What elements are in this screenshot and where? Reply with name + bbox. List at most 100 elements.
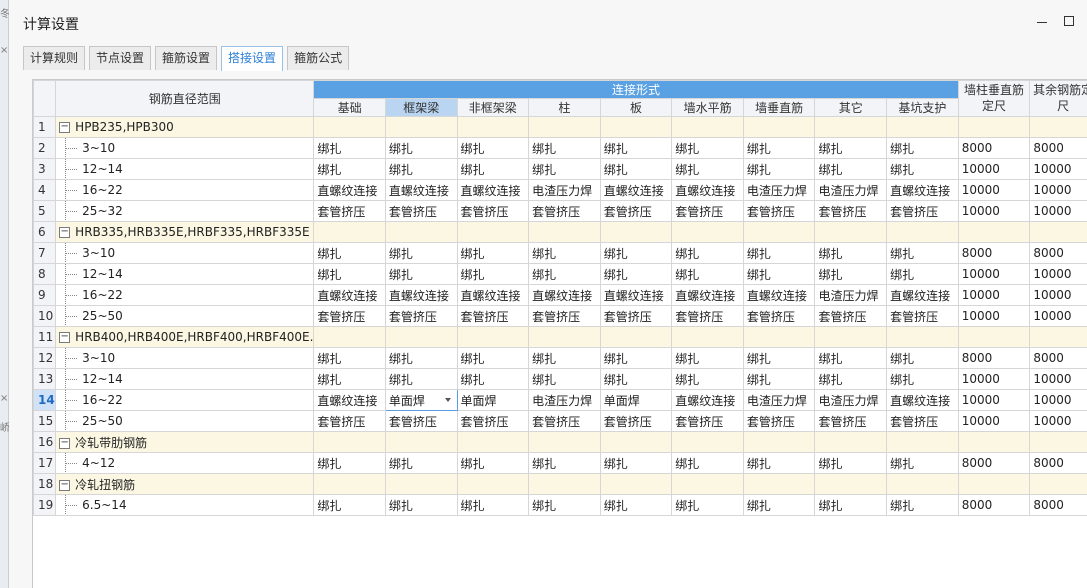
maximize-icon[interactable] [1064, 16, 1074, 26]
connection-cell[interactable]: 电渣压力焊 [814, 389, 888, 411]
empty-cell[interactable] [1029, 431, 1087, 453]
connection-cell[interactable]: 绑扎 [599, 137, 673, 159]
row-number[interactable]: 8 [33, 263, 57, 285]
connection-cell[interactable]: 直螺纹连接 [384, 284, 458, 306]
empty-cell[interactable] [957, 221, 1031, 243]
connection-cell[interactable]: 套管挤压 [599, 305, 673, 327]
empty-cell[interactable] [528, 326, 601, 348]
length-cell[interactable]: 10000 [957, 200, 1031, 222]
empty-cell[interactable] [599, 326, 673, 348]
empty-cell[interactable] [313, 221, 386, 243]
empty-cell[interactable] [313, 116, 386, 138]
connection-cell[interactable]: 绑扎 [528, 347, 601, 369]
connection-cell[interactable]: 套管挤压 [886, 200, 959, 222]
empty-cell[interactable] [1029, 326, 1087, 348]
length-cell[interactable]: 10000 [957, 305, 1031, 327]
connection-cell[interactable]: 绑扎 [313, 494, 386, 516]
connection-cell[interactable]: 直螺纹连接 [671, 179, 744, 201]
group-row[interactable]: 11− HRB400,HRB400E,HRBF400,HRBF400E... [33, 326, 1087, 348]
connection-cell[interactable]: 电渣压力焊 [814, 284, 888, 306]
row-number[interactable]: 7 [33, 242, 57, 264]
connection-cell[interactable]: 电渣压力焊 [528, 389, 601, 411]
connection-cell[interactable]: 绑扎 [313, 368, 386, 390]
connection-cell[interactable]: 直螺纹连接 [599, 179, 673, 201]
table-row[interactable]: 17 4~12 绑扎 绑扎 绑扎 绑扎 绑扎 绑扎 绑扎 绑扎 绑扎 8000 8000 [33, 452, 1087, 474]
length-cell[interactable]: 8000 [1029, 452, 1087, 474]
empty-cell[interactable] [599, 116, 673, 138]
empty-cell[interactable] [456, 326, 530, 348]
connection-cell[interactable]: 绑扎 [671, 263, 744, 285]
empty-cell[interactable] [528, 431, 601, 453]
empty-cell[interactable] [886, 326, 959, 348]
empty-cell[interactable] [671, 431, 744, 453]
connection-cell[interactable]: 套管挤压 [742, 305, 816, 327]
connection-cell[interactable]: 绑扎 [384, 242, 458, 264]
length-cell[interactable]: 8000 [957, 242, 1031, 264]
empty-cell[interactable] [671, 116, 744, 138]
header-other[interactable]: 其它 [814, 98, 888, 117]
length-cell[interactable]: 10000 [1029, 389, 1087, 411]
row-number[interactable]: 14 [33, 389, 57, 411]
connection-cell[interactable]: 绑扎 [456, 263, 530, 285]
header-pit-support[interactable]: 基坑支护 [886, 98, 959, 117]
row-number[interactable]: 3 [33, 158, 57, 180]
connection-cell[interactable]: 绑扎 [671, 158, 744, 180]
row-number[interactable]: 12 [33, 347, 57, 369]
tab-node-settings[interactable]: 节点设置 [89, 46, 152, 70]
header-diameter-range[interactable]: 钢筋直径范围 [55, 80, 315, 117]
connection-cell[interactable]: 绑扎 [742, 368, 816, 390]
connection-cell[interactable]: 绑扎 [456, 158, 530, 180]
diameter-range-cell[interactable]: 12~14 [55, 263, 315, 285]
connection-cell[interactable]: 绑扎 [742, 263, 816, 285]
header-wall-horizontal[interactable]: 墙水平筋 [671, 98, 744, 117]
connection-cell[interactable]: 绑扎 [814, 494, 888, 516]
connection-cell[interactable]: 单面焊 [599, 389, 673, 411]
connection-cell[interactable]: 电渣压力焊 [742, 389, 816, 411]
group-row[interactable]: 18− 冷轧扭钢筋 [33, 473, 1087, 495]
empty-cell[interactable] [671, 326, 744, 348]
connection-cell[interactable]: 绑扎 [671, 242, 744, 264]
connection-cell[interactable]: 直螺纹连接 [742, 284, 816, 306]
length-cell[interactable]: 10000 [1029, 263, 1087, 285]
header-other-rebar-length[interactable]: 其余钢筋定尺 [1029, 80, 1087, 117]
empty-cell[interactable] [384, 326, 458, 348]
tab-calc-rules[interactable]: 计算规则 [23, 46, 86, 70]
connection-cell[interactable]: 套管挤压 [528, 410, 601, 432]
connection-cell[interactable]: 套管挤压 [313, 410, 386, 432]
connection-cell[interactable]: 直螺纹连接 [313, 179, 386, 201]
connection-cell[interactable]: 套管挤压 [742, 410, 816, 432]
connection-cell[interactable]: 绑扎 [814, 368, 888, 390]
empty-cell[interactable] [742, 221, 816, 243]
empty-cell[interactable] [886, 116, 959, 138]
empty-cell[interactable] [313, 431, 386, 453]
connection-cell[interactable]: 直螺纹连接 [671, 284, 744, 306]
connection-cell[interactable]: 绑扎 [384, 263, 458, 285]
table-row[interactable]: 4 16~22 直螺纹连接 直螺纹连接 直螺纹连接 电渣压力焊 直螺纹连接 直螺纹连接 电渣压力… [33, 179, 1087, 201]
connection-cell[interactable]: 绑扎 [528, 242, 601, 264]
length-cell[interactable]: 10000 [957, 284, 1031, 306]
connection-cell[interactable]: 绑扎 [313, 347, 386, 369]
length-cell[interactable]: 10000 [1029, 284, 1087, 306]
table-row[interactable]: 12 3~10 绑扎 绑扎 绑扎 绑扎 绑扎 绑扎 绑扎 绑扎 绑扎 8000 8000 [33, 347, 1087, 369]
connection-cell[interactable]: 电渣压力焊 [528, 179, 601, 201]
connection-cell[interactable]: 绑扎 [814, 242, 888, 264]
connection-cell[interactable]: 绑扎 [886, 494, 959, 516]
connection-cell[interactable]: 绑扎 [313, 158, 386, 180]
connection-cell[interactable]: 直螺纹连接 [313, 284, 386, 306]
connection-cell[interactable]: 直螺纹连接 [886, 179, 959, 201]
connection-cell[interactable]: 绑扎 [384, 494, 458, 516]
header-wall-vertical[interactable]: 墙垂直筋 [742, 98, 816, 117]
group-label-cell[interactable]: − 冷轧带肋钢筋 [55, 431, 315, 453]
connection-cell[interactable]: 绑扎 [599, 347, 673, 369]
connection-cell[interactable]: 绑扎 [528, 452, 601, 474]
connection-cell[interactable]: 绑扎 [313, 137, 386, 159]
length-cell[interactable]: 10000 [1029, 410, 1087, 432]
connection-cell[interactable]: 套管挤压 [671, 410, 744, 432]
diameter-range-cell[interactable]: 3~10 [55, 347, 315, 369]
connection-cell[interactable]: 直螺纹连接 [384, 179, 458, 201]
collapse-icon[interactable]: − [59, 479, 71, 491]
tab-lap-settings[interactable]: 搭接设置 [221, 46, 284, 71]
connection-cell[interactable]: 绑扎 [599, 263, 673, 285]
diameter-range-cell[interactable]: 25~50 [55, 305, 315, 327]
empty-cell[interactable] [1029, 473, 1087, 495]
